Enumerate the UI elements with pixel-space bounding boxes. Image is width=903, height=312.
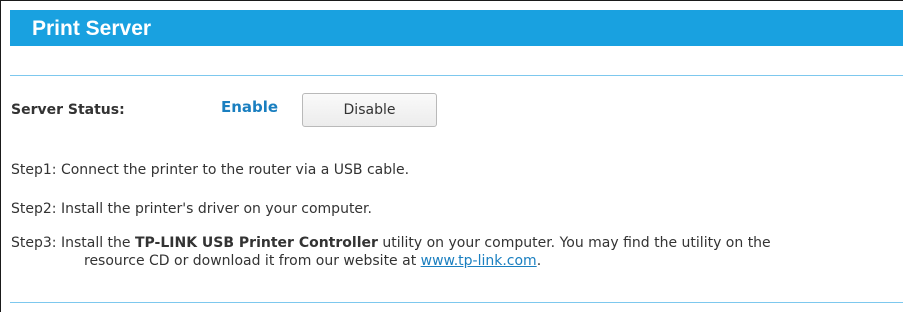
step-3-text: Step3: Install the TP-LINK USB Printer C… <box>11 235 771 251</box>
server-status-value: Enable <box>221 98 279 116</box>
website-link[interactable]: www.tp-link.com <box>421 253 537 269</box>
step-3-suffix: utility on your computer. You may find t… <box>377 235 771 251</box>
step-1-text: Step1: Connect the printer to the router… <box>11 162 410 178</box>
section-divider-top <box>10 75 903 76</box>
step-3-line2-suffix: . <box>536 253 542 269</box>
panel-header: Print Server <box>10 10 903 46</box>
step-3-text-line2: resource CD or download it from our webs… <box>84 253 541 269</box>
step-3-prefix: Step3: Install the <box>11 235 135 251</box>
page-title: Print Server <box>32 17 152 40</box>
print-server-panel: Print Server Server Status: Enable Disab… <box>0 0 903 312</box>
section-divider-bottom <box>10 302 903 303</box>
utility-name: TP-LINK USB Printer Controller <box>134 235 378 251</box>
step-3-line2-prefix: resource CD or download it from our webs… <box>84 253 421 269</box>
server-status-label: Server Status: <box>11 102 125 118</box>
step-2-text: Step2: Install the printer's driver on y… <box>11 201 372 217</box>
disable-button[interactable]: Disable <box>302 93 437 127</box>
